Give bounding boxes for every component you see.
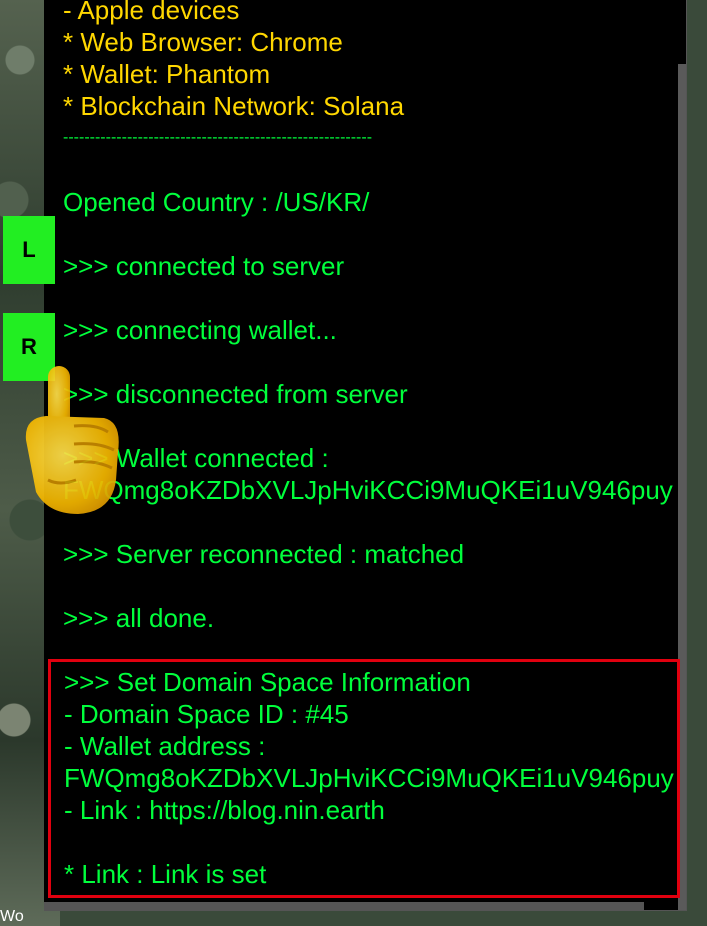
terminal-line: >>> all done. xyxy=(63,603,215,633)
terminal-line: * Web Browser: Chrome xyxy=(63,27,343,57)
map-label: Wo xyxy=(0,908,24,925)
panel-line: FWQmg8oKZDbXVLJpHviKCCi9MuQKEi1uV946puy xyxy=(64,763,674,793)
horizontal-scrollbar[interactable] xyxy=(44,902,644,910)
panel-line: - Link : https://blog.nin.earth xyxy=(64,795,385,825)
panel-line: * Link : Link is set xyxy=(64,859,267,889)
terminal-line: >>> Wallet connected : xyxy=(63,443,329,473)
terminal-line: * Wallet: Phantom xyxy=(63,59,271,89)
panel-line xyxy=(64,826,674,858)
terminal-output: - Apple devices * Web Browser: Chrome * … xyxy=(63,0,703,634)
terminal-line: >>> disconnected from server xyxy=(63,379,408,409)
pointing-hand-icon xyxy=(25,366,119,514)
domain-info-panel: >>> Set Domain Space Information - Domai… xyxy=(48,659,680,898)
terminal-line: * Blockchain Network: Solana xyxy=(63,91,405,121)
panel-line: - Domain Space ID : #45 xyxy=(64,699,349,729)
terminal-line: Opened Country : /US/KR/ xyxy=(63,187,370,217)
terminal-line: >>> connecting wallet... xyxy=(63,315,337,345)
panel-line: >>> Set Domain Space Information xyxy=(64,667,471,697)
terminal-line: - Apple devices xyxy=(63,0,240,25)
terminal-divider: ----------------------------------------… xyxy=(63,129,373,146)
terminal-line: >>> Server reconnected : matched xyxy=(63,539,465,569)
left-button[interactable]: L xyxy=(3,216,55,284)
terminal-line: FWQmg8oKZDbXVLJpHviKCCi9MuQKEi1uV946puy xyxy=(63,475,673,505)
terminal-line: >>> connected to server xyxy=(63,251,345,281)
panel-line: - Wallet address : xyxy=(64,731,266,761)
